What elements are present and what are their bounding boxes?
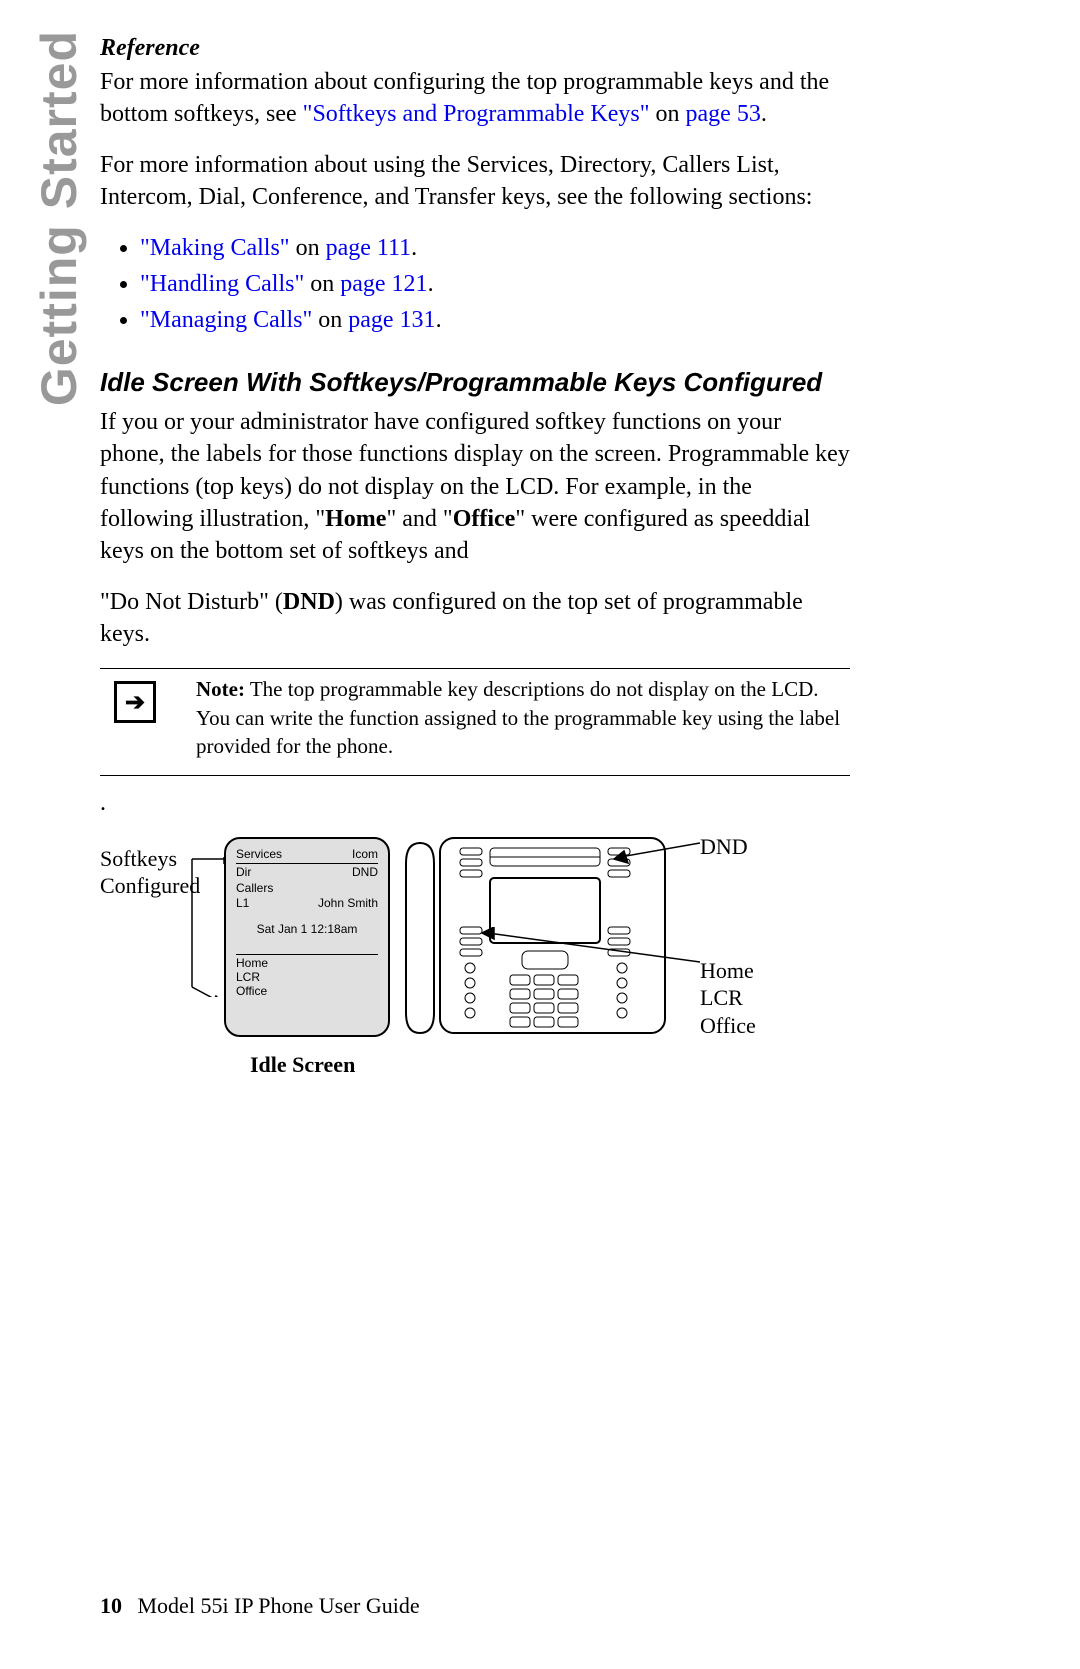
text: . [428,271,434,297]
reference-para-2: For more information about using the Ser… [100,149,850,214]
handling-calls-link[interactable]: "Handling Calls" [140,271,304,297]
text: . [436,307,442,333]
text: " and " [386,506,452,532]
list-item: "Making Calls" on page 111. [140,232,850,264]
page121-link[interactable]: page 121 [340,271,427,297]
idle-screen-heading: Idle Screen With Softkeys/Programmable K… [100,367,850,398]
lcd-screen: Services Icom Dir DND Callers L1 John Smith… [224,837,390,1037]
period: . [100,790,850,817]
callout-arrow-icon [610,835,700,865]
figure-area: Softkeys Configured ServicesIcom DirDND … [100,827,850,1177]
section2-para-2: "Do Not Disturb" (DND) was configured on… [100,586,850,651]
lcd-services: Services [236,847,282,863]
idle-screen-caption: Idle Screen [250,1052,355,1078]
page131-link[interactable]: page 131 [348,307,435,333]
home-lcr-office-label: Home LCR Office [700,957,756,1040]
text: . [411,235,417,261]
lcd-dnd: DND [352,865,378,881]
section-tab: Getting Started [30,30,88,406]
softkeys-link[interactable]: "Softkeys and Programmable Keys" [303,101,650,127]
making-calls-link[interactable]: "Making Calls" [140,235,290,261]
page53-link[interactable]: page 53 [686,101,761,127]
dnd-callout-label: DND [700,833,748,861]
office-bold: Office [453,506,516,532]
note-block: ➔ Note: The top programmable key descrip… [100,668,850,775]
page-number: 10 [100,1593,122,1618]
reference-bullets: "Making Calls" on page 111. "Handling Ca… [140,232,850,337]
dnd-bold: DND [283,589,335,615]
note-arrow-icon: ➔ [114,681,156,723]
note-text: The top programmable key descriptions do… [196,677,840,758]
lcd-dir: Dir [236,865,251,881]
home-bold: Home [325,506,386,532]
footer: 10 Model 55i IP Phone User Guide [100,1593,420,1619]
managing-calls-link[interactable]: "Managing Calls" [140,307,312,333]
lcd-icom: Icom [352,847,378,863]
page-content: Reference For more information about con… [100,35,850,1177]
lcd-home: Home [236,956,378,970]
section2-para-1: If you or your administrator have config… [100,406,850,568]
lcd-date: Sat Jan 1 12:18am [236,922,378,936]
list-item: "Handling Calls" on page 121. [140,268,850,300]
note-body: Note: The top programmable key descripti… [196,675,850,760]
list-item: "Managing Calls" on page 131. [140,304,850,336]
note-lead: Note: [196,677,245,701]
lcd-l1: L1 [236,896,249,912]
lcd-office: Office [236,984,378,998]
lcd-name: John Smith [318,896,378,912]
reference-heading: Reference [100,35,850,62]
text: . [761,101,767,127]
text: on [656,101,686,127]
text: "Do Not Disturb" ( [100,589,283,615]
lcd-callers: Callers [236,881,273,897]
guide-title: Model 55i IP Phone User Guide [138,1593,420,1618]
text: on [312,307,348,333]
reference-para-1: For more information about configuring t… [100,66,850,131]
text: on [290,235,326,261]
text: on [304,271,340,297]
lcd-lcr: LCR [236,970,378,984]
page111-link[interactable]: page 111 [326,235,412,261]
callout-arrow-icon [480,927,700,967]
